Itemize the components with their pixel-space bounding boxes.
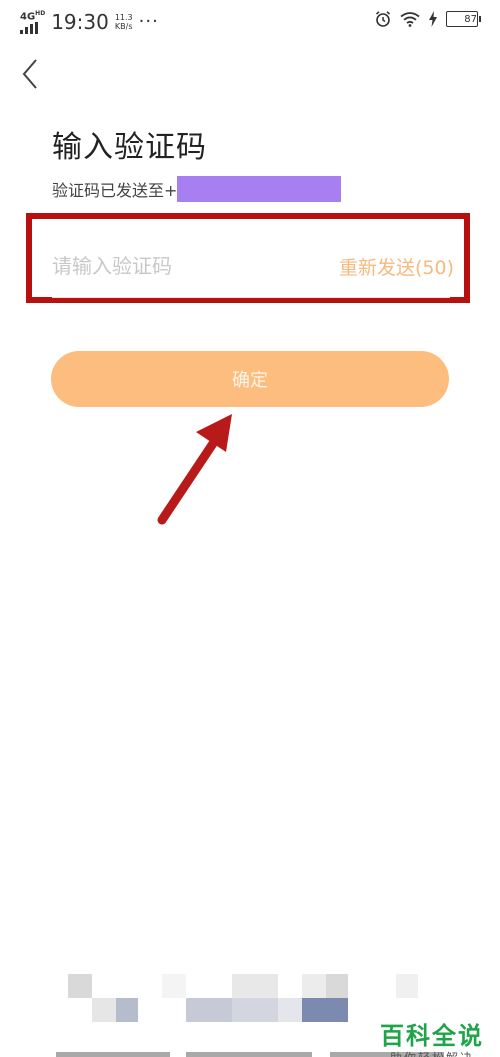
chevron-left-icon: [22, 59, 37, 89]
status-time: 19:30: [51, 9, 109, 34]
signal-icon: [20, 22, 38, 35]
sent-to-label: 验证码已发送至+: [52, 181, 178, 200]
verification-code-input[interactable]: [52, 244, 322, 288]
annotation-arrow: [157, 414, 232, 525]
page-title: 输入验证码: [52, 130, 207, 165]
more-notifications-icon: ···: [138, 10, 159, 32]
resend-button[interactable]: 重新发送(50): [339, 253, 454, 280]
wifi-icon: [400, 11, 420, 27]
confirm-button[interactable]: 确定: [51, 351, 449, 407]
alarm-icon: [374, 10, 392, 28]
input-underline: [52, 297, 450, 298]
back-button[interactable]: [14, 56, 46, 92]
watermark-logo: 百科全说 助你轻松解决: [380, 1022, 484, 1057]
charging-icon: [428, 11, 438, 27]
verification-page: 4GHD 19:30 11.3 KB/s ··· 87 输入验证码 验证码已发送…: [0, 0, 500, 1057]
network-speed: 11.3 KB/s: [114, 12, 133, 31]
sent-to-notice: 验证码已发送至+: [52, 176, 342, 202]
network-type: 4GHD: [20, 10, 46, 23]
masked-phone-number: [177, 176, 342, 202]
battery-icon: 87: [446, 11, 481, 27]
status-bar: 4GHD 19:30 11.3 KB/s ··· 87: [0, 0, 500, 40]
